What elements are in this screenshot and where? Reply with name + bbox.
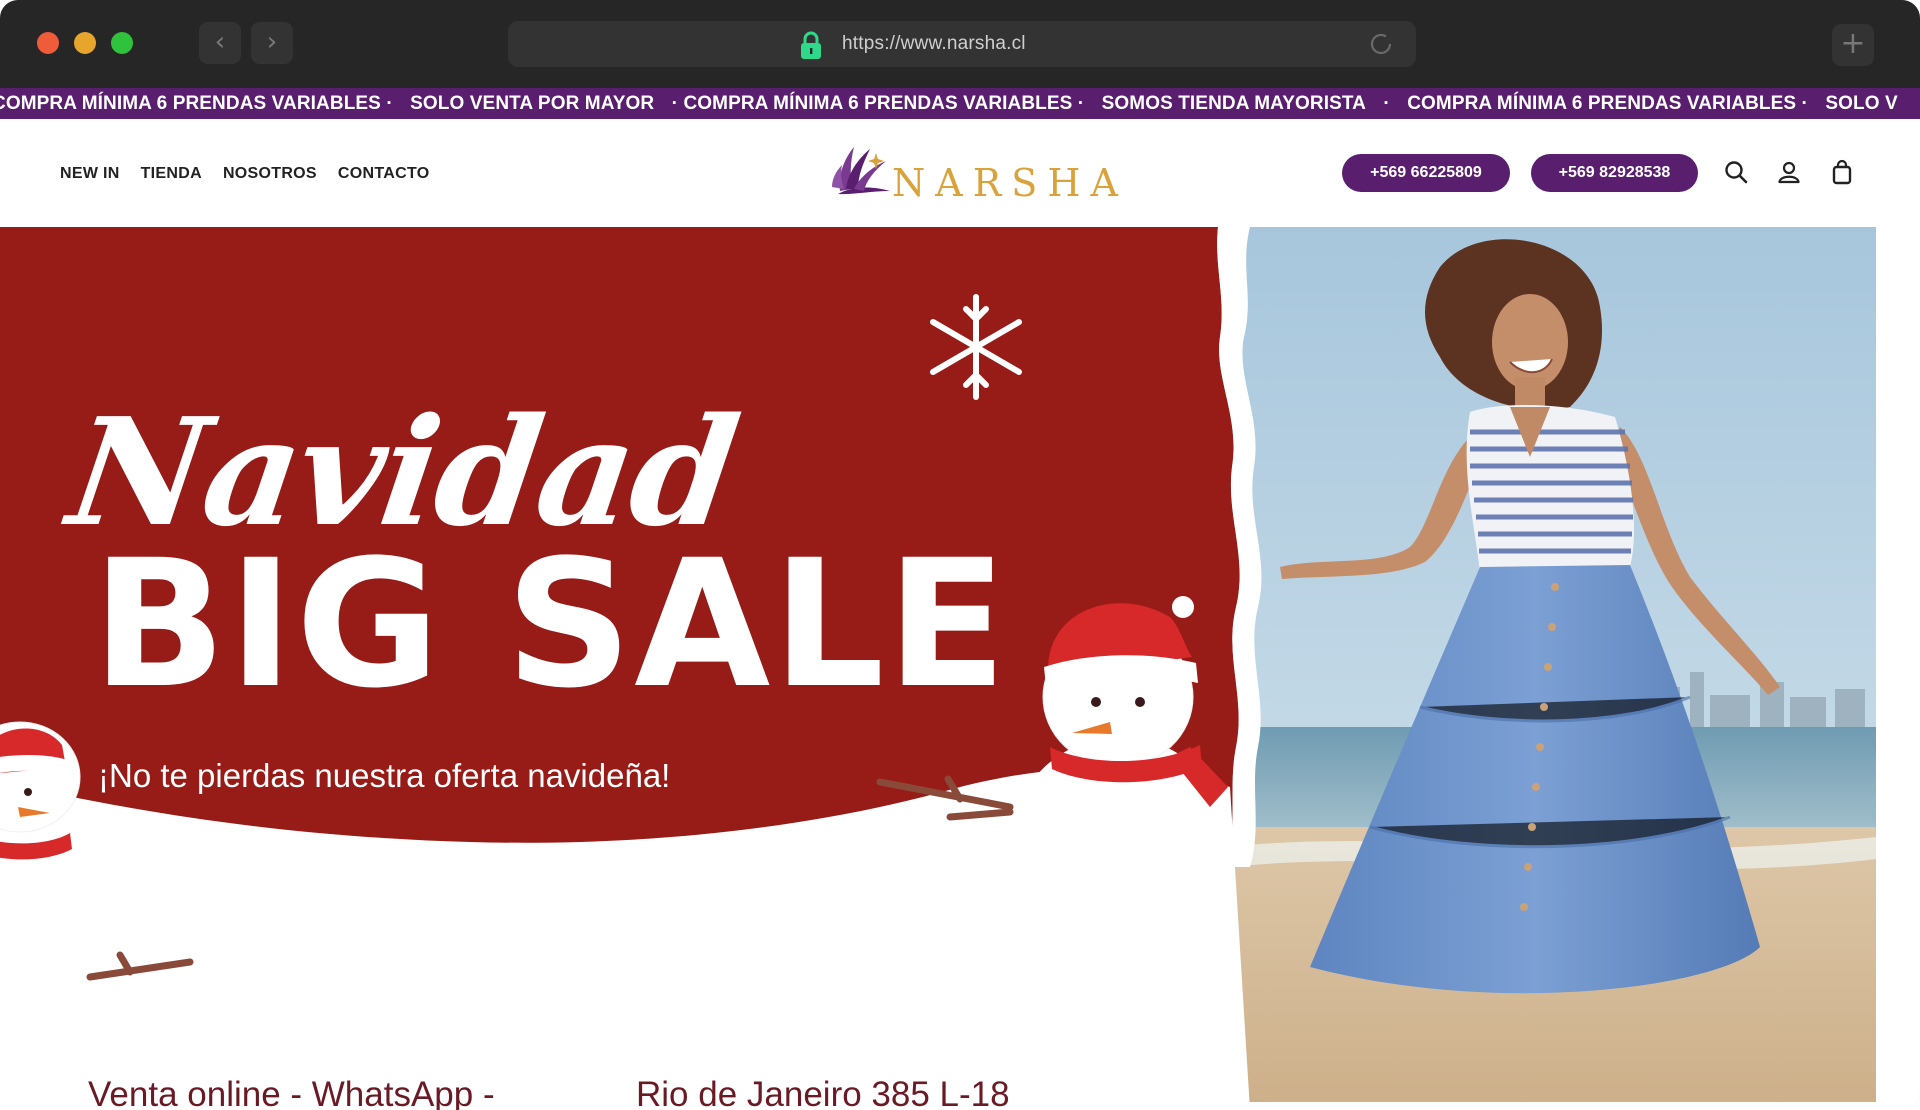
ticker-item: · COMPRA MÍNIMA 6 PRENDAS VARIABLES ·: [671, 93, 1085, 114]
site-logo[interactable]: NARSHA: [830, 139, 1118, 209]
logo-text: NARSHA: [892, 161, 1128, 205]
hero-headline: BIG SALE: [92, 522, 1009, 727]
shopping-bag-icon[interactable]: [1829, 159, 1855, 185]
ticker-item: SOLO V: [1825, 93, 1898, 114]
url-text: https://www.narsha.cl: [842, 33, 1026, 54]
ticker-item: SOMOS TIENDA MAYORISTA: [1101, 93, 1366, 114]
back-button[interactable]: ‹: [199, 22, 241, 64]
beach-photo: [1230, 227, 1876, 1102]
site-header: NEW IN TIENDA NOSOTROS CONTACTO NARSHA +…: [0, 119, 1920, 228]
phone-button-1[interactable]: +569 66225809: [1342, 154, 1510, 192]
hero-info-left: Venta online - WhatsApp -: [88, 1075, 495, 1110]
menu-item-contacto[interactable]: CONTACTO: [338, 165, 430, 183]
account-icon[interactable]: [1776, 159, 1802, 185]
ticker-item: SOLO VENTA POR MAYOR: [410, 93, 655, 114]
ticker-item: ·: [1383, 93, 1390, 114]
browser-toolbar: ‹ › https://www.narsha.cl +: [0, 0, 1920, 88]
close-window-button[interactable]: [37, 32, 59, 54]
browser-window: ‹ › https://www.narsha.cl + COMPRA MÍNIM…: [0, 0, 1920, 1110]
address-bar[interactable]: https://www.narsha.cl: [508, 21, 1416, 67]
lotus-icon: [832, 147, 890, 195]
menu-item-new-in[interactable]: NEW IN: [60, 165, 120, 183]
announcement-ticker: COMPRA MÍNIMA 6 PRENDAS VARIABLES · SOLO…: [0, 88, 1920, 119]
lock-icon: [801, 31, 821, 59]
minimize-window-button[interactable]: [74, 32, 96, 54]
ticker-track: COMPRA MÍNIMA 6 PRENDAS VARIABLES · SOLO…: [0, 93, 1910, 115]
ticker-item: COMPRA MÍNIMA 6 PRENDAS VARIABLES ·: [0, 93, 393, 114]
forward-button[interactable]: ›: [251, 22, 293, 64]
menu-item-tienda[interactable]: TIENDA: [141, 165, 202, 183]
hero-subtitle: ¡No te pierdas nuestra oferta navideña!: [98, 757, 671, 794]
ticker-item: COMPRA MÍNIMA 6 PRENDAS VARIABLES ·: [1407, 93, 1808, 114]
hero-banner[interactable]: Navidad BIG SALE ¡No te pierdas nuestra …: [0, 227, 1920, 1110]
reload-icon[interactable]: [1368, 31, 1394, 57]
menu-item-nosotros[interactable]: NOSOTROS: [223, 165, 317, 183]
new-tab-button[interactable]: +: [1832, 24, 1874, 66]
main-menu: NEW IN TIENDA NOSOTROS CONTACTO: [60, 165, 430, 183]
hero-info-right: Rio de Janeiro 385 L-18: [636, 1075, 1010, 1110]
phone-button-2[interactable]: +569 82928538: [1531, 154, 1698, 192]
search-icon[interactable]: [1723, 159, 1749, 185]
maximize-window-button[interactable]: [111, 32, 133, 54]
